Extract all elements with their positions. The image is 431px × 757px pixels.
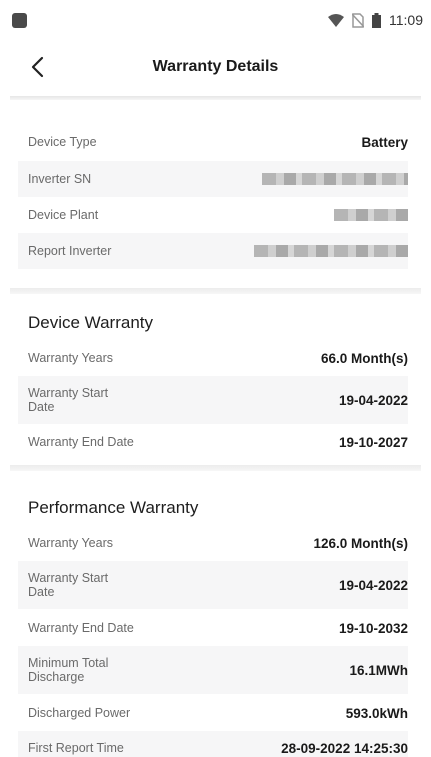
row-label: Discharged Power: [28, 706, 131, 720]
detail-row-warranty-years: Warranty Years 66.0 Month(s): [18, 340, 408, 376]
row-value: 19-04-2022: [338, 577, 408, 593]
redacted-value: [254, 245, 408, 257]
row-value: 28-09-2022 14:25:30: [281, 741, 408, 756]
row-value: 19-10-2027: [338, 434, 408, 450]
detail-row-report-inverter: Report Inverter: [18, 233, 408, 269]
row-label: Warranty End Date: [28, 621, 134, 635]
row-label: First Report Time: [28, 741, 124, 755]
row-label: Warranty Start Date: [28, 571, 109, 599]
row-value: Battery: [361, 134, 408, 150]
page-title: Warranty Details: [152, 58, 279, 75]
section-title: Performance Warranty: [28, 498, 199, 517]
row-value: 593.0kWh: [345, 705, 408, 721]
row-value: 19-04-2022: [338, 392, 408, 408]
row-label: Minimum Total Discharge: [28, 656, 109, 684]
row-value: 16.1MWh: [349, 662, 408, 678]
row-value: 126.0 Month(s): [313, 535, 408, 551]
detail-row-warranty-years: Warranty Years 126.0 Month(s): [18, 525, 408, 561]
detail-row-device-plant: Device Plant: [18, 197, 408, 233]
row-label: Warranty Start Date: [28, 386, 109, 414]
section-divider: [10, 465, 421, 471]
header-divider: [10, 96, 421, 100]
redacted-value: [262, 173, 408, 185]
detail-row-warranty-end-date: Warranty End Date 19-10-2032: [18, 610, 408, 646]
detail-row-minimum-total-discharge: Minimum Total Discharge 16.1MWh: [18, 646, 408, 694]
section-title: Device Warranty: [28, 313, 154, 332]
row-value: 19-10-2032: [338, 620, 408, 636]
detail-row-warranty-start-date: Warranty Start Date 19-04-2022: [18, 561, 408, 609]
row-value: 66.0 Month(s): [320, 350, 408, 366]
wifi-icon: [328, 13, 344, 27]
row-label: Inverter SN: [28, 172, 92, 186]
row-label: Warranty End Date: [28, 435, 134, 449]
battery-icon: [372, 12, 381, 28]
no-sim-icon: [352, 12, 364, 28]
row-label: Report Inverter: [28, 244, 112, 258]
app-notification-icon: [12, 13, 27, 28]
section-divider: [10, 288, 421, 294]
detail-row-warranty-start-date: Warranty Start Date 19-04-2022: [18, 376, 408, 424]
detail-row-discharged-power: Discharged Power 593.0kWh: [18, 695, 408, 731]
row-label: Device Type: [28, 135, 97, 149]
status-bar: 11:09: [0, 0, 431, 40]
redacted-value: [334, 209, 408, 221]
app-header: Warranty Details: [0, 44, 431, 90]
detail-row-device-type: Device Type Battery: [18, 124, 408, 160]
row-label: Device Plant: [28, 208, 99, 222]
status-time: 11:09: [389, 12, 423, 28]
row-label: Warranty Years: [28, 351, 113, 365]
detail-row-inverter-sn: Inverter SN: [18, 161, 408, 197]
row-label: Warranty Years: [28, 536, 113, 550]
status-icons: 11:09: [328, 12, 423, 28]
detail-row-first-report-time: First Report Time 28-09-2022 14:25:30: [18, 731, 408, 757]
detail-row-warranty-end-date: Warranty End Date 19-10-2027: [18, 424, 408, 460]
